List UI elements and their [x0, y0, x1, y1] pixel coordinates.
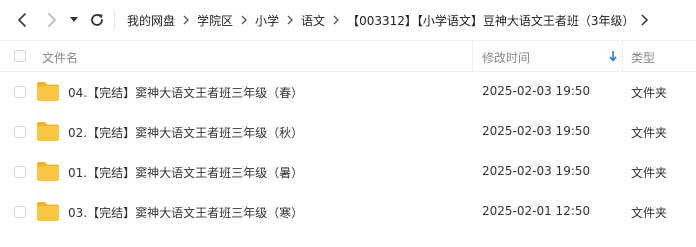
- refresh-button[interactable]: [87, 10, 107, 30]
- select-all-checkbox[interactable]: [14, 50, 26, 62]
- file-type: 文件夹: [631, 126, 668, 140]
- file-modified-time: 2025-02-03 19:50: [482, 164, 591, 178]
- arrow-down-icon[interactable]: [609, 50, 617, 62]
- breadcrumb-separator-icon: [279, 14, 301, 26]
- file-modified-time: 2025-02-03 19:50: [482, 84, 591, 98]
- file-modified-time: 2025-02-01 12:50: [482, 204, 591, 218]
- column-header-modified[interactable]: 修改时间: [482, 49, 530, 66]
- file-modified-time: 2025-02-03 19:50: [482, 124, 591, 138]
- file-name[interactable]: 03.【完结】窦神大语文王者班三年级（寒）: [68, 204, 303, 221]
- chevron-left-icon: [18, 13, 26, 27]
- row-checkbox[interactable]: [14, 126, 26, 138]
- caret-down-icon: [70, 17, 78, 22]
- row-checkbox[interactable]: [14, 166, 26, 178]
- table-header: 文件名 修改时间 类型: [0, 40, 696, 72]
- forward-button[interactable]: [42, 10, 62, 30]
- breadcrumb-separator-icon: [325, 14, 347, 26]
- column-divider[interactable]: [622, 41, 623, 71]
- row-checkbox[interactable]: [14, 86, 26, 98]
- file-name[interactable]: 02.【完结】窦神大语文王者班三年级（秋）: [68, 124, 303, 141]
- back-button[interactable]: [12, 10, 32, 30]
- breadcrumb-item-my-drive[interactable]: 我的网盘: [127, 12, 175, 29]
- toolbar: 我的网盘 学院区 小学 语文 【003312】【小学语文】豆神大语文王者班（3年…: [0, 0, 696, 40]
- folder-icon: [37, 82, 59, 101]
- toolbar-divider: [114, 10, 115, 30]
- table-row[interactable]: 04.【完结】窦神大语文王者班三年级（春） 2025-02-03 19:50 文…: [0, 72, 696, 112]
- breadcrumb-item-academy[interactable]: 学院区: [197, 12, 233, 29]
- folder-icon: [37, 162, 59, 181]
- folder-icon: [37, 122, 59, 141]
- table-row[interactable]: 01.【完结】窦神大语文王者班三年级（暑） 2025-02-03 19:50 文…: [0, 152, 696, 192]
- table-row[interactable]: 02.【完结】窦神大语文王者班三年级（秋） 2025-02-03 19:50 文…: [0, 112, 696, 152]
- column-divider[interactable]: [472, 41, 473, 71]
- breadcrumb-item-chinese[interactable]: 语文: [301, 12, 325, 29]
- breadcrumb-more-button[interactable]: [640, 14, 655, 26]
- chevron-right-icon: [48, 13, 56, 27]
- refresh-icon: [91, 14, 103, 26]
- table-row[interactable]: 03.【完结】窦神大语文王者班三年级（寒） 2025-02-01 12:50 文…: [0, 192, 696, 232]
- row-checkbox[interactable]: [14, 206, 26, 218]
- file-name[interactable]: 01.【完结】窦神大语文王者班三年级（暑）: [68, 164, 303, 181]
- breadcrumb: 我的网盘 学院区 小学 语文 【003312】【小学语文】豆神大语文王者班（3年…: [127, 0, 655, 40]
- breadcrumb-separator-icon: [175, 14, 197, 26]
- breadcrumb-item-current-folder[interactable]: 【003312】【小学语文】豆神大语文王者班（3年级）: [347, 12, 634, 29]
- folder-icon: [37, 202, 59, 221]
- column-header-name[interactable]: 文件名: [42, 49, 78, 66]
- history-dropdown-button[interactable]: [66, 10, 82, 30]
- chevron-right-icon: [640, 14, 648, 26]
- file-type: 文件夹: [631, 86, 668, 100]
- breadcrumb-separator-icon: [233, 14, 255, 26]
- file-type: 文件夹: [631, 166, 668, 180]
- column-header-type[interactable]: 类型: [631, 49, 655, 66]
- file-name[interactable]: 04.【完结】窦神大语文王者班三年级（春）: [68, 84, 303, 101]
- breadcrumb-item-primary-school[interactable]: 小学: [255, 12, 279, 29]
- file-type: 文件夹: [631, 206, 668, 220]
